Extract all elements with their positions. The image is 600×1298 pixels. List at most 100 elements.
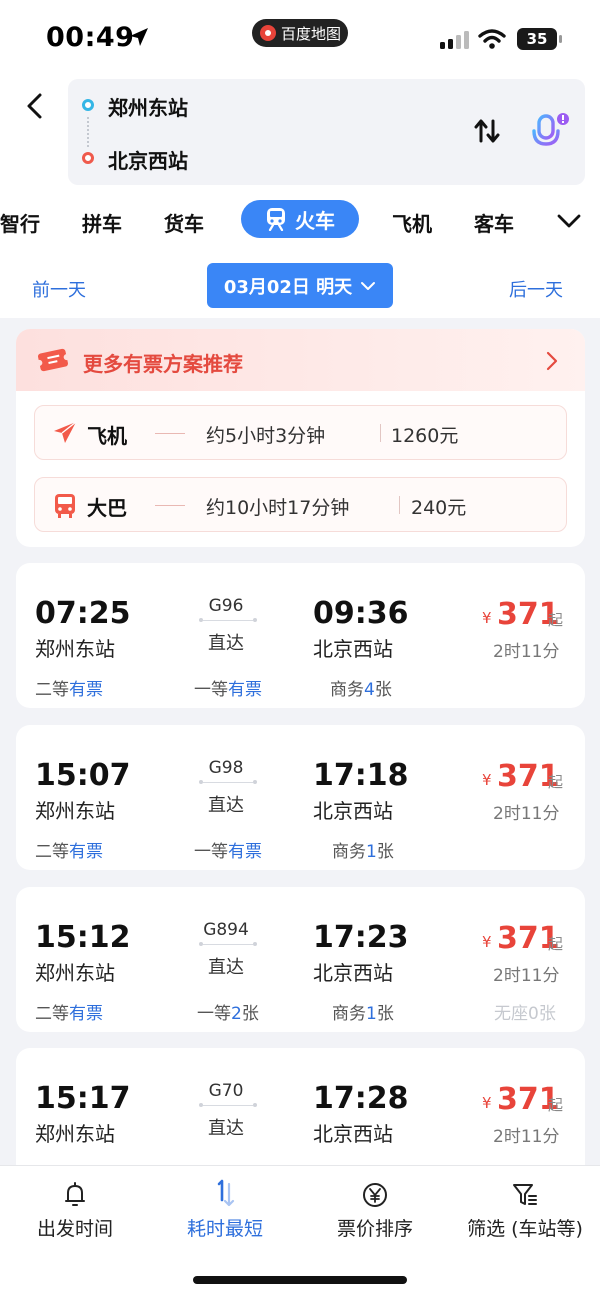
prev-day-link[interactable]: 前一天 [32, 276, 86, 302]
train-number: G98 [208, 758, 244, 778]
tab-zhixing[interactable]: 智行 [0, 208, 40, 237]
date-picker-button[interactable]: 03月02日 明天 [207, 263, 393, 308]
status-time: 00:49 [46, 22, 135, 53]
separator [399, 496, 400, 514]
voice-mic-icon[interactable] [528, 112, 572, 154]
recommend-title: 更多有票方案推荐 [83, 352, 243, 376]
route-connector [87, 117, 89, 147]
direct-label: 直达 [208, 633, 244, 654]
arrival-station: 北京西站 [313, 1122, 393, 1146]
recommend-option-plane[interactable]: 飞机 约5小时3分钟 1260元 [34, 405, 567, 460]
seat-availability: 商务1张 [332, 842, 394, 862]
train-icon [267, 208, 285, 231]
seat-availability: 商务1张 [332, 1004, 394, 1024]
divider-line [155, 505, 185, 506]
arrival-time: 09:36 [313, 596, 409, 631]
price-from-label: 起 [548, 773, 564, 791]
recommend-header[interactable]: 更多有票方案推荐 [16, 329, 585, 391]
back-chevron-icon[interactable] [22, 92, 50, 120]
cellular-signal-icon [440, 31, 469, 49]
chevron-down-icon [361, 281, 376, 290]
location-arrow-icon [130, 28, 148, 46]
arrival-time: 17:18 [313, 758, 409, 793]
departure-time: 07:25 [35, 596, 131, 631]
yen-icon [363, 1183, 387, 1207]
departure-station: 郑州东站 [35, 961, 115, 985]
chevron-down-icon[interactable] [556, 208, 582, 234]
tab-train[interactable]: 火车 [241, 200, 359, 238]
trip-duration: 2时11分 [493, 966, 560, 986]
status-bar: 00:49 百度地图 35 [0, 0, 600, 78]
plane-icon [54, 421, 77, 443]
train-line [199, 618, 257, 623]
recommend-card: 更多有票方案推荐 飞机 约5小时3分钟 1260元 大巴 约10小时17分钟 2… [16, 329, 585, 547]
seat-availability: 二等有票 [35, 1004, 103, 1024]
swap-stations-icon[interactable] [472, 116, 502, 146]
wifi-icon [478, 29, 506, 49]
seat-availability: 一等有票 [194, 842, 262, 862]
tab-coach[interactable]: 客车 [474, 208, 514, 237]
arrival-time: 17:28 [313, 1081, 409, 1116]
yen-symbol: ¥ [482, 609, 492, 627]
seat-availability: 一等2张 [197, 1004, 259, 1024]
train-number: G894 [203, 920, 249, 940]
arrival-station: 北京西站 [313, 799, 393, 823]
alarm-icon [65, 1182, 85, 1206]
price-from-label: 起 [548, 935, 564, 953]
destination-station[interactable]: 北京西站 [108, 145, 188, 174]
route-box[interactable]: 郑州东站 北京西站 [68, 79, 585, 185]
home-indicator[interactable] [193, 1276, 407, 1284]
filter-departure-time[interactable]: 出发时间 [33, 1180, 117, 1241]
seat-availability-none: 无座0张 [494, 1004, 556, 1024]
departure-station: 郑州东站 [35, 1122, 115, 1146]
direct-label: 直达 [208, 957, 244, 978]
departure-time: 15:12 [35, 920, 131, 955]
seat-availability: 二等有票 [35, 842, 103, 862]
filter-price-sort[interactable]: 票价排序 [333, 1180, 417, 1241]
tab-pinche[interactable]: 拼车 [82, 208, 122, 237]
departure-station: 郑州东站 [35, 637, 115, 661]
bus-icon [55, 494, 75, 518]
seat-availability: 一等有票 [194, 680, 262, 700]
yen-symbol: ¥ [482, 933, 492, 951]
seat-availability: 商务4张 [330, 680, 392, 700]
divider-line [155, 433, 185, 434]
battery-icon: 35 [517, 28, 562, 50]
trip-duration: 2时11分 [493, 642, 560, 662]
train-line [199, 780, 257, 785]
chevron-right-icon [546, 351, 558, 371]
train-line [199, 1103, 257, 1108]
filter-station-filter[interactable]: 筛选 (车站等) [458, 1180, 592, 1241]
train-number: G70 [208, 1081, 244, 1101]
train-card[interactable]: 15:12 郑州东站 G894 直达 17:23 北京西站 ¥ 371 起 2时… [16, 887, 585, 1032]
mode-tabs: 智行 拼车 货车 火车 飞机 客车 [0, 196, 600, 246]
next-day-link[interactable]: 后一天 [509, 276, 563, 302]
filter-icon [513, 1184, 537, 1205]
ticket-icon [36, 348, 70, 372]
train-line [199, 942, 257, 947]
departure-station: 郑州东站 [35, 799, 115, 823]
tab-huoche-freight[interactable]: 货车 [164, 208, 204, 237]
recommend-option-bus[interactable]: 大巴 约10小时17分钟 240元 [34, 477, 567, 532]
train-card[interactable]: 07:25 郑州东站 G96 直达 09:36 北京西站 ¥ 371 起 2时1… [16, 563, 585, 708]
seat-availability: 二等有票 [35, 680, 103, 700]
baidu-map-pill[interactable]: 百度地图 [252, 19, 348, 47]
origin-station[interactable]: 郑州东站 [108, 92, 188, 121]
yen-symbol: ¥ [482, 771, 492, 789]
direct-label: 直达 [208, 1118, 244, 1139]
destination-dot-icon [82, 152, 94, 164]
price-from-label: 起 [548, 1096, 564, 1114]
filter-shortest-time[interactable]: 耗时最短 [182, 1179, 268, 1241]
train-card[interactable]: 15:07 郑州东站 G98 直达 17:18 北京西站 ¥ 371 起 2时1… [16, 725, 585, 870]
origin-dot-icon [82, 99, 94, 111]
departure-time: 15:17 [35, 1081, 131, 1116]
trip-duration: 2时11分 [493, 804, 560, 824]
separator [380, 424, 381, 442]
tab-plane[interactable]: 飞机 [392, 208, 432, 237]
train-number: G96 [208, 596, 244, 616]
arrival-time: 17:23 [313, 920, 409, 955]
map-pin-icon [260, 25, 276, 41]
price-from-label: 起 [548, 611, 564, 629]
yen-symbol: ¥ [482, 1094, 492, 1112]
sort-icon [217, 1179, 235, 1207]
